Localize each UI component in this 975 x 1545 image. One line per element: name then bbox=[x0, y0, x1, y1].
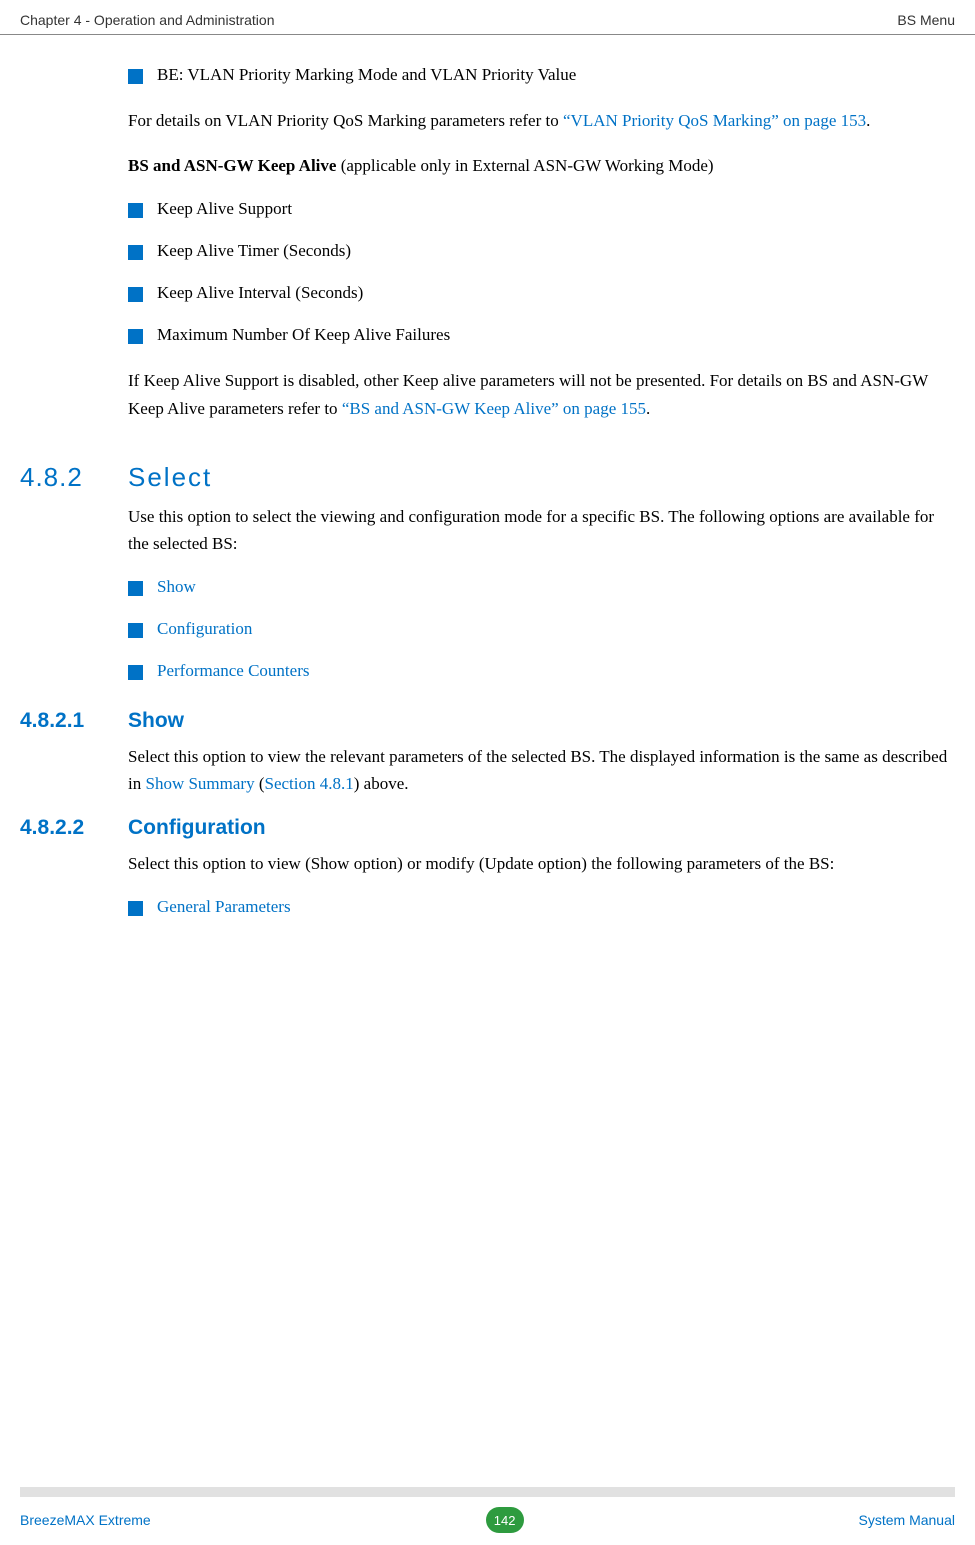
list-item: Keep Alive Support bbox=[128, 199, 955, 219]
list-item-text: Keep Alive Interval (Seconds) bbox=[157, 283, 363, 303]
list-item: Configuration bbox=[128, 619, 955, 639]
list-item: Maximum Number Of Keep Alive Failures bbox=[128, 325, 955, 345]
page-footer: BreezeMAX Extreme 142 System Manual bbox=[0, 1507, 975, 1533]
section-title: Select bbox=[128, 462, 212, 493]
square-bullet-icon bbox=[128, 69, 143, 84]
list-item-text: Maximum Number Of Keep Alive Failures bbox=[157, 325, 450, 345]
list-item: Show bbox=[128, 577, 955, 597]
bold-label: BS and ASN-GW Keep Alive bbox=[128, 156, 336, 175]
square-bullet-icon bbox=[128, 329, 143, 344]
subsection-title: Show bbox=[128, 709, 184, 733]
square-bullet-icon bbox=[128, 245, 143, 260]
paragraph-4822: Select this option to view (Show option)… bbox=[128, 850, 955, 877]
bullet-list-482: Show Configuration Performance Counters bbox=[128, 577, 955, 681]
subsection-heading-4822: 4.8.2.2 Configuration bbox=[20, 816, 955, 840]
subsection-number: 4.8.2.2 bbox=[20, 816, 128, 840]
square-bullet-icon bbox=[128, 203, 143, 218]
link-general-params[interactable]: General Parameters bbox=[157, 897, 291, 917]
section-number: 4.8.2 bbox=[20, 462, 128, 493]
square-bullet-icon bbox=[128, 623, 143, 638]
link-configuration[interactable]: Configuration bbox=[157, 619, 252, 639]
link-keepalive[interactable]: “BS and ASN-GW Keep Alive” on page 155 bbox=[342, 399, 646, 418]
paragraph-keepalive-heading: BS and ASN-GW Keep Alive (applicable onl… bbox=[128, 152, 955, 179]
bullet-list-4822: General Parameters bbox=[128, 897, 955, 917]
list-item: Keep Alive Interval (Seconds) bbox=[128, 283, 955, 303]
square-bullet-icon bbox=[128, 901, 143, 916]
list-item-text: Keep Alive Timer (Seconds) bbox=[157, 241, 351, 261]
list-item: BE: VLAN Priority Marking Mode and VLAN … bbox=[128, 65, 955, 85]
list-item-text: Keep Alive Support bbox=[157, 199, 292, 219]
paragraph-vlan-ref: For details on VLAN Priority QoS Marking… bbox=[128, 107, 955, 134]
list-item-text: BE: VLAN Priority Marking Mode and VLAN … bbox=[157, 65, 576, 85]
paragraph-4821: Select this option to view the relevant … bbox=[128, 743, 955, 797]
list-item: Keep Alive Timer (Seconds) bbox=[128, 241, 955, 261]
subsection-number: 4.8.2.1 bbox=[20, 709, 128, 733]
square-bullet-icon bbox=[128, 287, 143, 302]
footer-doc-title: System Manual bbox=[859, 1512, 955, 1528]
subsection-heading-4821: 4.8.2.1 Show bbox=[20, 709, 955, 733]
link-perf-counters[interactable]: Performance Counters bbox=[157, 661, 309, 681]
header-menu: BS Menu bbox=[897, 12, 955, 28]
link-show[interactable]: Show bbox=[157, 577, 196, 597]
square-bullet-icon bbox=[128, 665, 143, 680]
square-bullet-icon bbox=[128, 581, 143, 596]
header-chapter: Chapter 4 - Operation and Administration bbox=[20, 12, 274, 28]
paragraph-482: Use this option to select the viewing an… bbox=[128, 503, 955, 557]
link-show-summary[interactable]: Show Summary bbox=[145, 774, 254, 793]
subsection-title: Configuration bbox=[128, 816, 266, 840]
footer-divider bbox=[20, 1487, 955, 1497]
bullet-list-keepalive: Keep Alive Support Keep Alive Timer (Sec… bbox=[128, 199, 955, 345]
list-item: Performance Counters bbox=[128, 661, 955, 681]
page-number-badge: 142 bbox=[486, 1507, 524, 1533]
link-vlan-priority[interactable]: “VLAN Priority QoS Marking” on page 153 bbox=[563, 111, 866, 130]
footer-product: BreezeMAX Extreme bbox=[20, 1512, 151, 1528]
bullet-list-vlan: BE: VLAN Priority Marking Mode and VLAN … bbox=[128, 65, 955, 85]
page-header: Chapter 4 - Operation and Administration… bbox=[0, 0, 975, 35]
link-section-481[interactable]: Section 4.8.1 bbox=[265, 774, 354, 793]
section-heading-482: 4.8.2 Select bbox=[20, 462, 955, 493]
list-item: General Parameters bbox=[128, 897, 955, 917]
paragraph-keepalive-ref: If Keep Alive Support is disabled, other… bbox=[128, 367, 955, 421]
